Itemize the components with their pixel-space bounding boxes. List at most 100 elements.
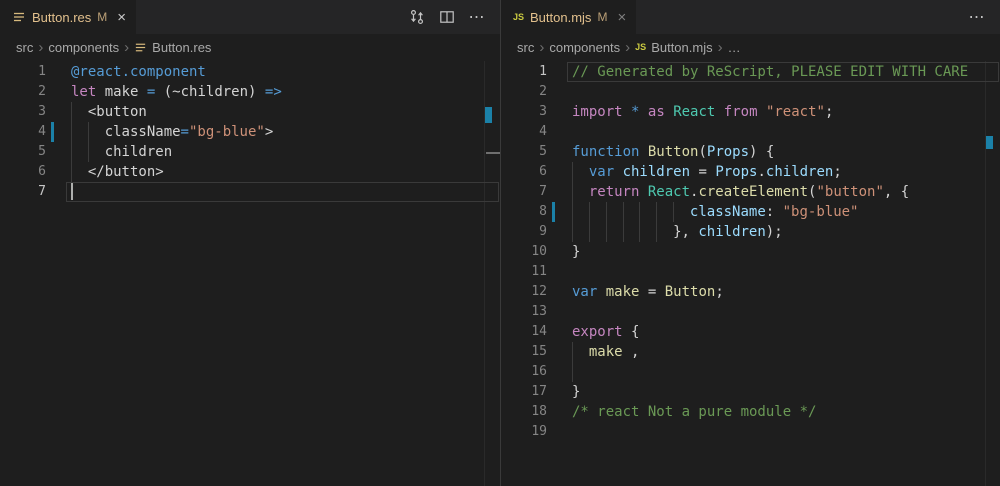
code-line[interactable]: 12var make = Button; [501, 282, 1000, 302]
code-line[interactable]: 7 [0, 182, 500, 202]
editor-pane-left: Button.res M × [0, 0, 500, 486]
code-line[interactable]: 2 [501, 82, 1000, 102]
code-token: Props [707, 144, 749, 160]
line-number[interactable]: 5 [501, 142, 547, 162]
code-line[interactable]: 6</button> [0, 162, 500, 182]
line-number[interactable]: 4 [0, 122, 46, 142]
code-line[interactable]: 13 [501, 302, 1000, 322]
line-number[interactable]: 2 [501, 82, 547, 102]
javascript-file-icon: JS [635, 43, 646, 52]
code-line[interactable]: 5function Button(Props) { [501, 142, 1000, 162]
line-number[interactable]: 3 [0, 102, 46, 122]
git-modified-badge: M [597, 10, 607, 24]
chevron-right-icon: › [624, 40, 631, 55]
line-number[interactable]: 18 [501, 402, 547, 422]
line-number[interactable]: 16 [501, 362, 547, 382]
line-number[interactable]: 15 [501, 342, 547, 362]
chevron-right-icon: › [37, 40, 44, 55]
line-number[interactable]: 4 [501, 122, 547, 142]
line-number[interactable]: 12 [501, 282, 547, 302]
line-number[interactable]: 3 [501, 102, 547, 122]
code-token: return [589, 184, 640, 200]
file-default-icon [12, 10, 26, 24]
code-line[interactable]: 8 className: "bg-blue" [501, 202, 1000, 222]
code-line-text: export { [572, 322, 639, 342]
code-line[interactable]: 1@react.component [0, 62, 500, 82]
code-line[interactable]: 19 [501, 422, 1000, 442]
code-token: children [105, 144, 172, 160]
code-token: // Generated by ReScript, PLEASE EDIT WI… [572, 64, 968, 80]
line-number[interactable]: 9 [501, 222, 547, 242]
line-number[interactable]: 1 [501, 62, 547, 82]
line-number[interactable]: 6 [501, 162, 547, 182]
close-icon[interactable]: × [617, 10, 626, 25]
code-line[interactable]: 4className="bg-blue"> [0, 122, 500, 142]
breadcrumb-file-label: Button.mjs [651, 40, 712, 55]
code-token: var [572, 284, 597, 300]
line-number[interactable]: 17 [501, 382, 547, 402]
indent-guide-icon [589, 222, 606, 242]
chevron-right-icon: › [123, 40, 130, 55]
tab-button-mjs[interactable]: JS Button.mjs M × [501, 0, 636, 34]
code-line[interactable]: 7return React.createElement("button", { [501, 182, 1000, 202]
code-line[interactable]: 10} [501, 242, 1000, 262]
line-number[interactable]: 7 [501, 182, 547, 202]
code-line[interactable]: 15 make , [501, 342, 1000, 362]
code-line[interactable]: 11 [501, 262, 1000, 282]
indent-guide-icon [606, 222, 623, 242]
vscode-window: Button.res M × [0, 0, 1000, 486]
line-number[interactable]: 2 [0, 82, 46, 102]
editor[interactable]: 1@react.component2let make = (~children)… [0, 61, 500, 486]
code-line[interactable]: 3<button [0, 102, 500, 122]
code-token [715, 104, 723, 120]
code-line[interactable]: 5 children [0, 142, 500, 162]
code-token: function [572, 144, 639, 160]
code-token: make [589, 344, 623, 360]
breadcrumb-item-src[interactable]: src [16, 40, 33, 55]
code-token: export [572, 324, 623, 340]
code-line[interactable]: 9}, children); [501, 222, 1000, 242]
editor-group-separator[interactable] [500, 0, 501, 486]
open-changes-icon[interactable] [407, 7, 427, 27]
line-number[interactable]: 6 [0, 162, 46, 182]
breadcrumb-item-file[interactable]: Button.res [134, 40, 211, 55]
line-number[interactable]: 1 [0, 62, 46, 82]
code-token: var [589, 164, 614, 180]
code-line[interactable]: 4 [501, 122, 1000, 142]
breadcrumb-item-src[interactable]: src [517, 40, 534, 55]
code-line[interactable]: 6 var children = Props.children; [501, 162, 1000, 182]
code-token [597, 284, 605, 300]
code-line[interactable]: 17} [501, 382, 1000, 402]
code-token: , [623, 344, 640, 360]
code-line[interactable]: 14 export { [501, 322, 1000, 342]
line-number[interactable]: 5 [0, 142, 46, 162]
code-line[interactable]: 3import * as React from "react"; [501, 102, 1000, 122]
breadcrumb-item-components[interactable]: components [549, 40, 620, 55]
code-line-text: var children = Props.children; [572, 162, 842, 182]
editor[interactable]: 1 // Generated by ReScript, PLEASE EDIT W… [501, 61, 1000, 486]
line-number[interactable]: 11 [501, 262, 547, 282]
code-line[interactable]: 16 [501, 362, 1000, 382]
code-line[interactable]: 1 // Generated by ReScript, PLEASE EDIT W… [501, 62, 1000, 82]
line-number[interactable]: 7 [0, 182, 46, 202]
more-actions-icon[interactable]: ⋯ [967, 7, 987, 27]
breadcrumb-item-components[interactable]: components [48, 40, 119, 55]
text-cursor [71, 183, 73, 200]
split-editor-icon[interactable] [437, 7, 457, 27]
line-number[interactable]: 8 [501, 202, 547, 222]
code-line-text: className: "bg-blue" [572, 202, 858, 222]
code-token: children [766, 164, 833, 180]
code-token: }, [673, 224, 698, 240]
line-number[interactable]: 19 [501, 422, 547, 442]
line-number[interactable]: 14 [501, 322, 547, 342]
line-number[interactable]: 10 [501, 242, 547, 262]
breadcrumb-symbol-ellipsis[interactable]: … [728, 40, 741, 55]
more-actions-icon[interactable]: ⋯ [467, 7, 487, 27]
code-token: > [265, 124, 273, 140]
code-line[interactable]: 2let make = (~children) => [0, 82, 500, 102]
breadcrumb-item-file[interactable]: JS Button.mjs [635, 40, 712, 55]
close-icon[interactable]: × [117, 10, 126, 25]
tab-button-res[interactable]: Button.res M × [0, 0, 136, 34]
code-line[interactable]: 18/* react Not a pure module */ [501, 402, 1000, 422]
line-number[interactable]: 13 [501, 302, 547, 322]
